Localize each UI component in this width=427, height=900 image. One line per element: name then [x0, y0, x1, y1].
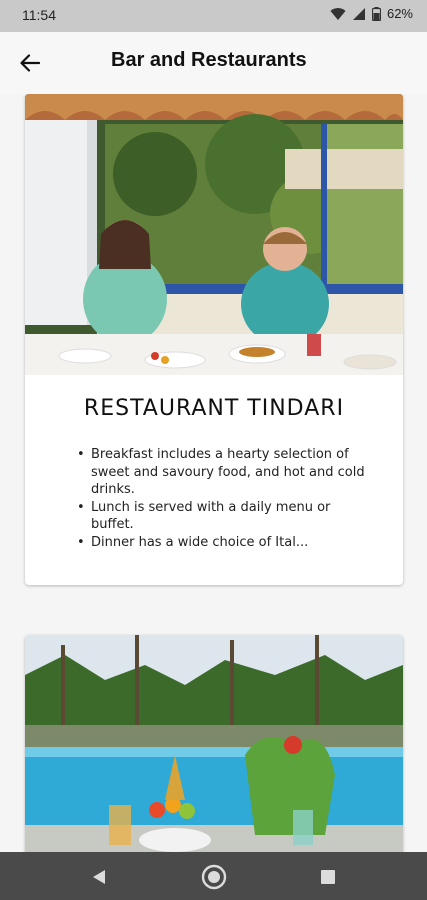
wifi-icon	[330, 7, 346, 20]
back-button[interactable]	[14, 48, 46, 78]
restaurant-card-pool[interactable]	[25, 635, 403, 852]
app-bar: Bar and Restaurants	[0, 32, 427, 94]
restaurant-card-tindari[interactable]: RESTAURANT TINDARI Breakfast includes a …	[25, 94, 403, 585]
card-description-list: Breakfast includes a hearty selection of…	[77, 446, 377, 551]
list-item: Lunch is served with a daily menu or buf…	[77, 499, 377, 534]
status-icons: 62%	[330, 6, 413, 21]
restaurant-list[interactable]: RESTAURANT TINDARI Breakfast includes a …	[0, 94, 427, 852]
arrow-left-icon	[20, 54, 40, 72]
battery-icon	[371, 6, 381, 21]
card-title: RESTAURANT TINDARI	[83, 396, 345, 421]
back-triangle-icon	[93, 870, 105, 884]
status-bar: 11:54 62%	[0, 0, 427, 32]
restaurant-photo	[25, 635, 403, 852]
signal-icon	[352, 7, 365, 20]
home-circle-icon	[201, 864, 227, 890]
nav-recents-button[interactable]	[313, 862, 343, 892]
nav-back-button[interactable]	[84, 862, 114, 892]
list-item: Dinner has a wide choice of Ital...	[77, 534, 377, 552]
restaurant-photo	[25, 94, 403, 375]
list-item: Breakfast includes a hearty selection of…	[77, 446, 377, 499]
nav-home-button[interactable]	[199, 862, 229, 892]
battery-percent: 62%	[386, 6, 413, 21]
recents-square-icon	[321, 870, 335, 884]
status-time: 11:54	[22, 7, 56, 23]
system-nav-bar	[0, 852, 427, 900]
page-title: Bar and Restaurants	[111, 49, 307, 71]
